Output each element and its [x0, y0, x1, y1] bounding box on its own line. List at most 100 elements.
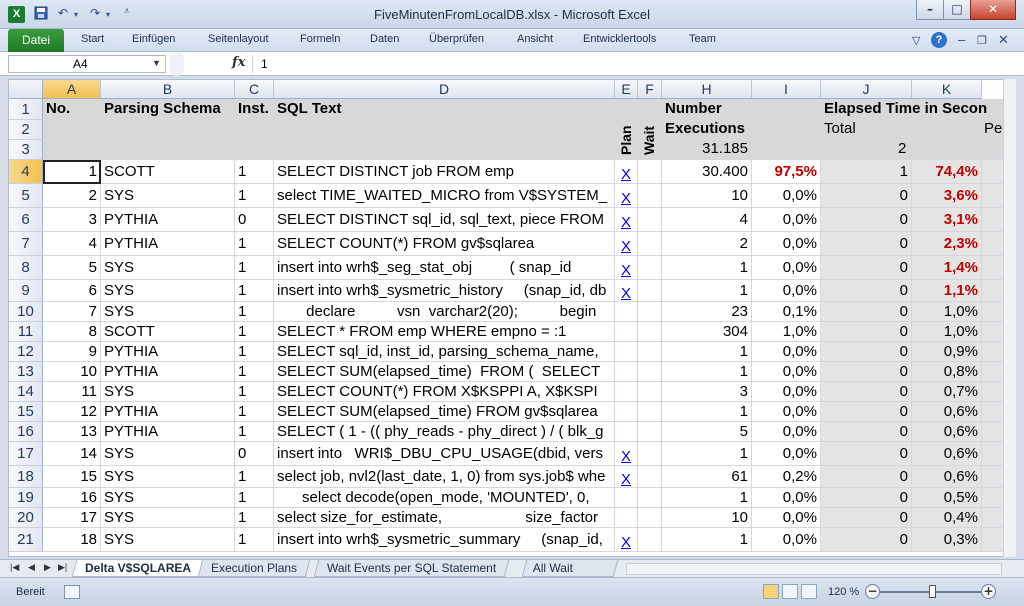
- workbook-close-icon[interactable]: ✕: [998, 32, 1009, 48]
- cell-inst[interactable]: 1: [235, 466, 274, 488]
- cell-parsing-schema[interactable]: PYTHIA: [101, 232, 235, 256]
- cell-no[interactable]: 8: [43, 322, 101, 342]
- cell-executions[interactable]: 1: [662, 528, 752, 552]
- cell-parsing-schema[interactable]: SYS: [101, 508, 235, 528]
- cell-executions-pct[interactable]: 0,0%: [752, 280, 821, 302]
- last-sheet-icon[interactable]: ▶|: [58, 562, 67, 573]
- cell-no[interactable]: 11: [43, 382, 101, 402]
- close-button[interactable]: ✕: [970, 0, 1016, 20]
- cell-elapsed-pct[interactable]: 0,6%: [912, 442, 982, 466]
- zoom-out-button[interactable]: −: [865, 584, 880, 599]
- cell-executions[interactable]: 1: [662, 342, 752, 362]
- row-header[interactable]: 17: [9, 442, 43, 466]
- row-header[interactable]: 4: [9, 160, 43, 184]
- prev-sheet-icon[interactable]: ◀: [28, 562, 35, 573]
- tab-start[interactable]: Start: [81, 33, 104, 45]
- page-break-view-button[interactable]: [801, 584, 817, 599]
- cell-elapsed[interactable]: 0: [821, 442, 912, 466]
- row-header[interactable]: 16: [9, 422, 43, 442]
- cell-sql-text[interactable]: insert into wrh$_sysmetric_history (snap…: [274, 280, 615, 302]
- cell-no[interactable]: 9: [43, 342, 101, 362]
- row-header[interactable]: 14: [9, 382, 43, 402]
- cell-executions[interactable]: 1: [662, 256, 752, 280]
- cell-no[interactable]: 15: [43, 466, 101, 488]
- cell-inst[interactable]: 1: [235, 184, 274, 208]
- next-sheet-icon[interactable]: ▶: [44, 562, 51, 573]
- cell-executions[interactable]: 10: [662, 508, 752, 528]
- cell-plan-link[interactable]: [615, 508, 638, 528]
- cell-sql-text[interactable]: SELECT ( 1 - (( phy_reads - phy_direct )…: [274, 422, 615, 442]
- tab-seitenlayout[interactable]: Seitenlayout: [208, 33, 269, 45]
- cell-executions-pct[interactable]: 0,2%: [752, 466, 821, 488]
- cell-parsing-schema[interactable]: PYTHIA: [101, 208, 235, 232]
- cell-plan-link[interactable]: X: [615, 442, 638, 466]
- cell-executions-pct[interactable]: 1,0%: [752, 322, 821, 342]
- cell-elapsed[interactable]: 0: [821, 362, 912, 382]
- cell-inst[interactable]: 1: [235, 256, 274, 280]
- column-header-d[interactable]: D: [274, 80, 615, 99]
- cell-executions[interactable]: 1: [662, 280, 752, 302]
- sheet-tab-wait-events[interactable]: Wait Events per SQL Statement: [313, 560, 510, 577]
- cell-sql-text[interactable]: SELECT DISTINCT sql_id, sql_text, piece …: [274, 208, 615, 232]
- cell-sql-text[interactable]: insert into WRI$_DBU_CPU_USAGE(dbid, ver…: [274, 442, 615, 466]
- cell-inst[interactable]: 1: [235, 488, 274, 508]
- row-header[interactable]: 10: [9, 302, 43, 322]
- cell-wait[interactable]: [638, 184, 662, 208]
- sheet-tab-delta-sqlarea[interactable]: Delta V$SQLAREA: [71, 560, 205, 577]
- name-box[interactable]: A4: [8, 55, 166, 73]
- column-header-h[interactable]: H: [662, 80, 752, 99]
- column-header-c[interactable]: C: [235, 80, 274, 99]
- tab-file[interactable]: Datei: [8, 29, 64, 52]
- cell-no[interactable]: 13: [43, 422, 101, 442]
- zoom-level[interactable]: 120 %: [828, 586, 859, 598]
- cell-plan-link[interactable]: X: [615, 160, 638, 184]
- cell-wait[interactable]: [638, 256, 662, 280]
- cell-parsing-schema[interactable]: SYS: [101, 382, 235, 402]
- row-header[interactable]: 11: [9, 322, 43, 342]
- tab-team[interactable]: Team: [689, 33, 716, 45]
- insert-function-icon[interactable]: fx: [232, 55, 245, 70]
- column-header-i[interactable]: I: [752, 80, 821, 99]
- cell-executions[interactable]: 1: [662, 402, 752, 422]
- cell-plan-link[interactable]: [615, 322, 638, 342]
- cell-wait[interactable]: [638, 422, 662, 442]
- page-layout-view-button[interactable]: [782, 584, 798, 599]
- cell-inst[interactable]: 1: [235, 508, 274, 528]
- cell-executions[interactable]: 30.400: [662, 160, 752, 184]
- cell-wait[interactable]: [638, 466, 662, 488]
- cell-no[interactable]: 4: [43, 232, 101, 256]
- row-header[interactable]: 12: [9, 342, 43, 362]
- cell-wait[interactable]: [638, 382, 662, 402]
- cell-no[interactable]: 2: [43, 184, 101, 208]
- cell-no[interactable]: 17: [43, 508, 101, 528]
- cell-wait[interactable]: [638, 488, 662, 508]
- cell-inst[interactable]: 1: [235, 232, 274, 256]
- row-header[interactable]: 9: [9, 280, 43, 302]
- tab-einfuegen[interactable]: Einfügen: [132, 33, 175, 45]
- cell-sql-text[interactable]: insert into wrh$_seg_stat_obj ( snap_id: [274, 256, 615, 280]
- cell-wait[interactable]: [638, 402, 662, 422]
- column-header-b[interactable]: B: [101, 80, 235, 99]
- cell-plan-link[interactable]: X: [615, 528, 638, 552]
- cell-parsing-schema[interactable]: SCOTT: [101, 160, 235, 184]
- cell-executions-pct[interactable]: 0,0%: [752, 208, 821, 232]
- zoom-in-button[interactable]: +: [981, 584, 996, 599]
- zoom-slider-thumb[interactable]: [929, 585, 936, 598]
- cell-no[interactable]: 12: [43, 402, 101, 422]
- cell-no[interactable]: 1: [43, 160, 101, 184]
- formula-expand-handle[interactable]: [170, 52, 184, 76]
- cell-elapsed-pct[interactable]: 0,7%: [912, 382, 982, 402]
- cell-executions-pct[interactable]: 0,0%: [752, 342, 821, 362]
- row-header[interactable]: 21: [9, 528, 43, 552]
- cell-plan-link[interactable]: [615, 422, 638, 442]
- cell-executions-pct[interactable]: 0,0%: [752, 184, 821, 208]
- cell-plan-link[interactable]: [615, 488, 638, 508]
- cell-inst[interactable]: 1: [235, 160, 274, 184]
- cell-plan-link[interactable]: X: [615, 280, 638, 302]
- worksheet-grid[interactable]: A B C D E F H I J K 1 2 3 No. Parsing Schema Inst. SQL T…: [8, 79, 1016, 557]
- cell-sql-text[interactable]: declare vsn varchar2(20); begin: [274, 302, 615, 322]
- cell-parsing-schema[interactable]: SYS: [101, 442, 235, 466]
- cell-sql-text[interactable]: SELECT COUNT(*) FROM gv$sqlarea: [274, 232, 615, 256]
- cell-elapsed[interactable]: 0: [821, 256, 912, 280]
- row-header[interactable]: 3: [9, 140, 43, 160]
